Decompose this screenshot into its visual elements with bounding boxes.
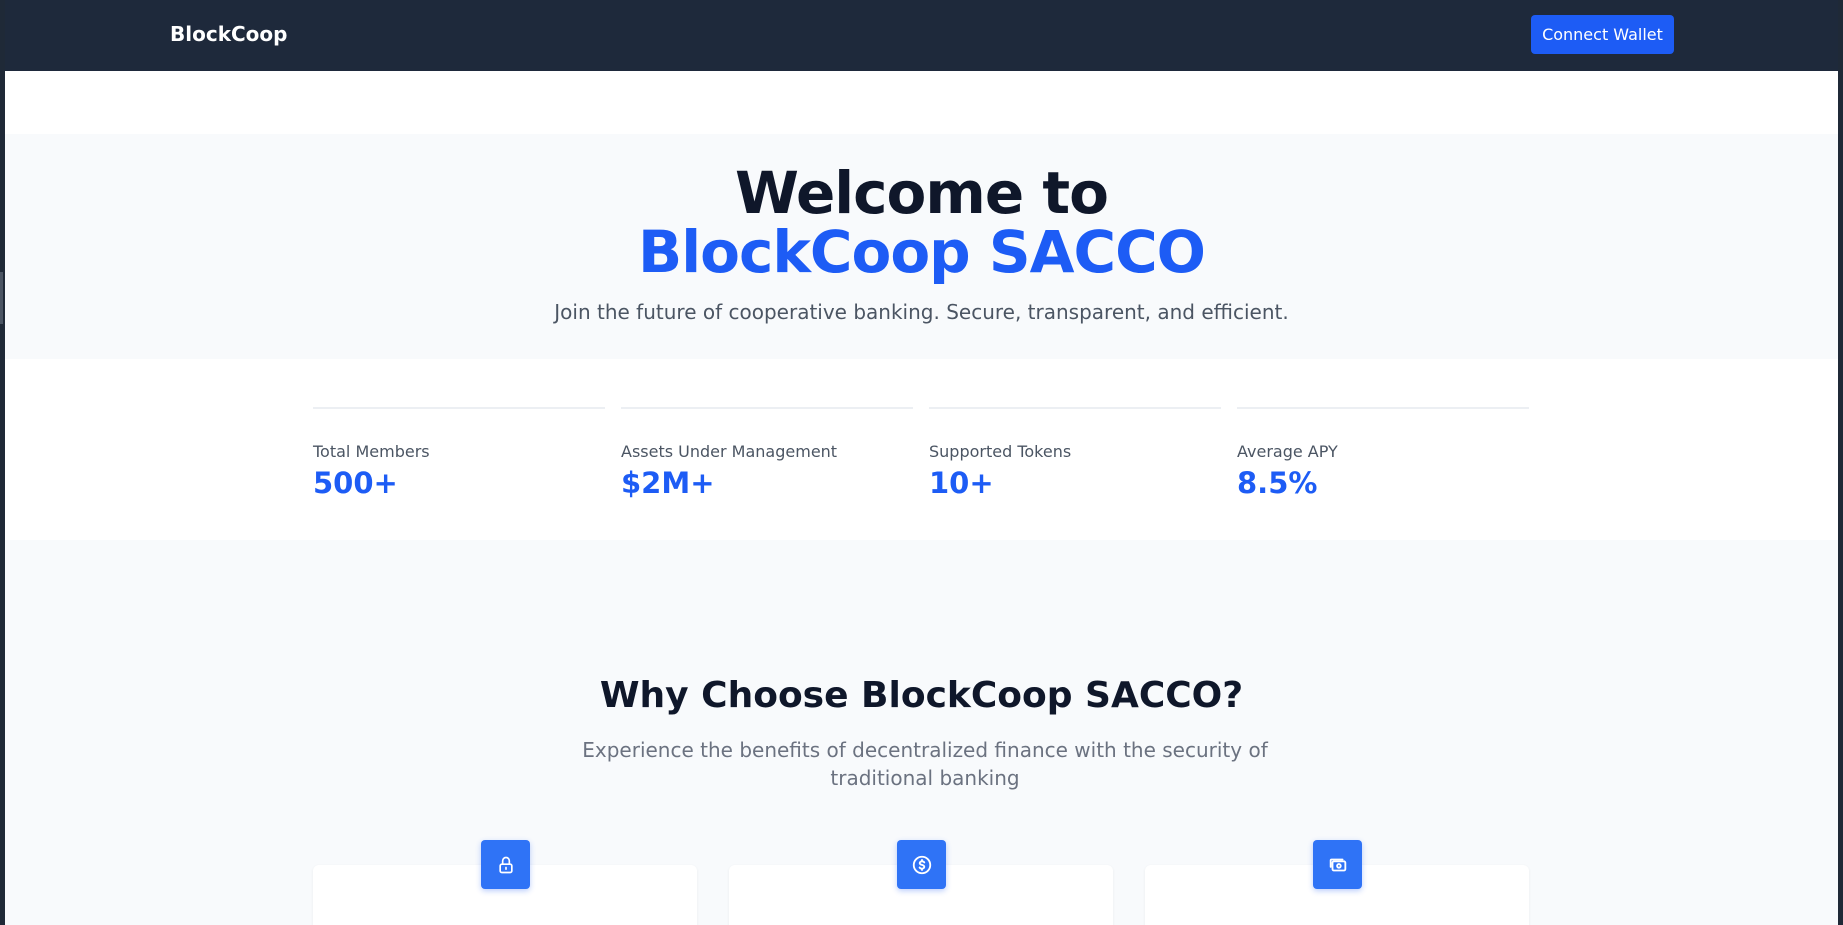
stat-label: Total Members [313,442,430,461]
stat-value: 500+ [313,466,398,500]
stat-value: 10+ [929,466,994,500]
hero-section: Welcome to BlockCoop SACCO Join the futu… [5,134,1838,359]
stat-label: Supported Tokens [929,442,1072,461]
stat-supported-tokens: Supported Tokens 10+ [929,407,1221,500]
stat-assets-under-management: Assets Under Management $2M+ [621,407,913,500]
connect-wallet-button[interactable]: Connect Wallet [1531,15,1674,54]
stat-value: 8.5% [1237,466,1318,500]
stat-label: Average APY [1237,442,1338,461]
stats-section: Total Members 500+ Assets Under Manageme… [5,359,1838,540]
hero-title-welcome: Welcome to [735,159,1109,227]
stat-label: Assets Under Management [621,442,838,461]
lock-icon [481,840,530,889]
desktop-edge-right [1838,0,1843,925]
stat-average-apy: Average APY 8.5% [1237,407,1529,500]
dollar-circle-icon [897,840,946,889]
hero-title-brand: BlockCoop SACCO [638,218,1206,286]
browser-viewport: BlockCoop Connect Wallet Welcome to Bloc… [5,0,1838,925]
top-navbar: BlockCoop Connect Wallet [5,0,1838,71]
brand-logo[interactable]: BlockCoop [170,22,287,46]
desktop-edge-mark [0,272,3,324]
features-title: Why Choose BlockCoop SACCO? [599,675,1244,716]
features-section: Why Choose BlockCoop SACCO? Experience t… [5,540,1838,925]
hero-subtitle: Join the future of cooperative banking. … [554,300,1289,324]
features-subtitle: Experience the benefits of decentralized… [582,738,1268,790]
stat-total-members: Total Members 500+ [313,407,605,500]
cash-icon [1313,840,1362,889]
stat-value: $2M+ [621,466,715,500]
